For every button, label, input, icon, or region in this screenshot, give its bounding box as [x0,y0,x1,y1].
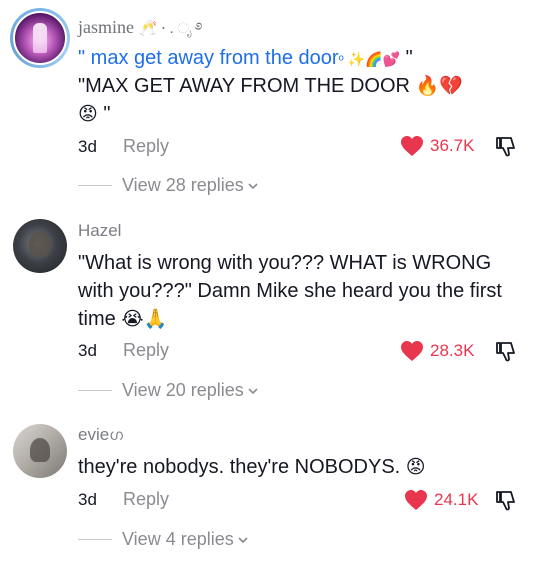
view-replies[interactable]: View 20 replies [78,380,259,401]
reply-button[interactable]: Reply [123,136,169,157]
username-decoration: 🥂 ⋅ . ೃ ࿔ [138,21,203,37]
view-replies[interactable]: View 28 replies [78,175,259,196]
chevron-down-icon [238,536,248,543]
like-count: 24.1K [434,490,479,509]
avatar[interactable] [13,424,67,478]
reply-button[interactable]: Reply [123,340,169,361]
comment-text: they're nobodys. they're NOBODYS. 😡 [78,456,426,478]
divider [78,185,112,186]
dislike-icon[interactable] [494,489,518,513]
avatar[interactable] [10,8,70,68]
like-count: 28.3K [430,341,475,360]
like-button[interactable]: 28.3K [400,340,474,362]
divider [78,390,112,391]
heart-icon [405,490,427,510]
like-button[interactable]: 36.7K [400,135,474,157]
like-count: 36.7K [430,136,475,155]
heart-icon [401,341,423,361]
comment-username[interactable]: Hazel [78,221,121,241]
dislike-icon[interactable] [494,340,518,364]
chevron-down-icon [248,387,258,394]
view-replies[interactable]: View 4 replies [78,529,249,550]
chevron-down-icon [248,182,258,189]
comment-time: 3d [78,341,97,360]
comment-time: 3d [78,490,97,509]
comment-time: 3d [78,137,97,156]
dislike-icon[interactable] [494,135,518,159]
comment-text: "What is wrong with you??? WHAT is WRONG… [78,252,502,330]
avatar[interactable] [13,219,67,273]
reply-button[interactable]: Reply [123,489,169,510]
divider [78,539,112,540]
heart-icon [401,136,423,156]
like-button[interactable]: 24.1K [404,489,478,511]
comment-text: " max get away from the doorᵒ ✨🌈💕 " [78,47,413,69]
username-decoration: ഗ [109,427,123,444]
comment-username[interactable]: evieഗ [78,425,123,445]
